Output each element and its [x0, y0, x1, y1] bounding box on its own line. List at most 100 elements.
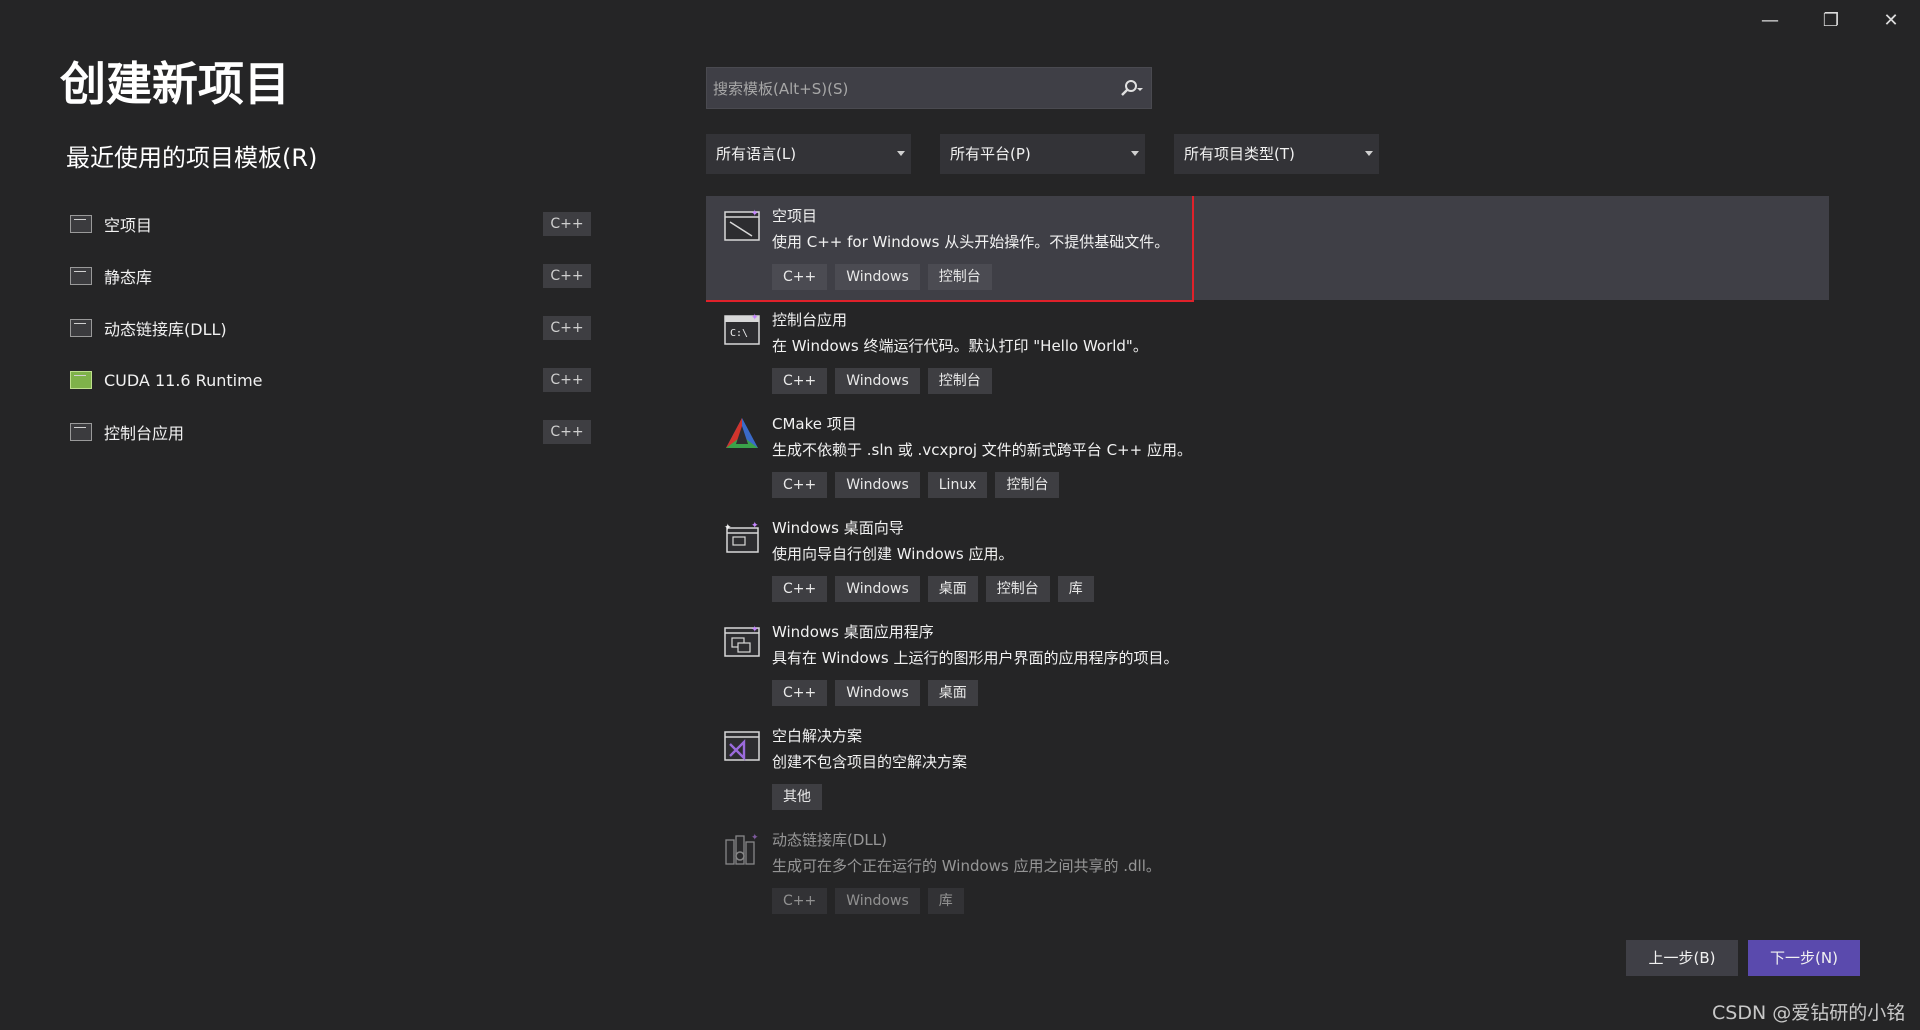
- svg-text:✦: ✦: [751, 625, 759, 635]
- tag: 桌面: [927, 576, 978, 602]
- svg-text:✦: ✦: [751, 521, 759, 531]
- console-app-icon: [70, 423, 92, 441]
- tag: 库: [927, 888, 964, 914]
- template-item-desktop-app[interactable]: ✦ Windows 桌面应用程序 具有在 Windows 上运行的图形用户界面的…: [706, 612, 1829, 716]
- recent-item-label: 控制台应用: [104, 424, 185, 443]
- recent-item-empty-project[interactable]: 空项目 C++: [66, 198, 596, 250]
- template-item-empty-project[interactable]: ✦ 空项目 使用 C++ for Windows 从头开始操作。不提供基础文件。…: [706, 196, 1829, 302]
- svg-text:✦: ✦: [751, 209, 759, 219]
- minimize-button[interactable]: —: [1740, 0, 1800, 40]
- tag: 控制台: [995, 472, 1060, 498]
- empty-project-icon: ✦: [724, 209, 760, 241]
- project-type-filter-dropdown[interactable]: 所有项目类型(T): [1174, 134, 1379, 174]
- restore-button[interactable]: ❐: [1801, 0, 1861, 40]
- template-item-desktop-wizard[interactable]: ✦ ✦ Windows 桌面向导 使用向导自行创建 Windows 应用。 C+…: [706, 508, 1829, 612]
- back-button[interactable]: 上一步(B): [1626, 940, 1738, 976]
- dll-icon: ✦: [725, 833, 759, 865]
- svg-text:✦: ✦: [751, 313, 759, 323]
- tag: 库: [1057, 576, 1094, 602]
- template-item-console-app[interactable]: C:\ ✦ 控制台应用 在 Windows 终端运行代码。默认打印 "Hello…: [706, 300, 1829, 404]
- template-description: 生成不依赖于 .sln 或 .vcxproj 文件的新式跨平台 C++ 应用。: [772, 441, 1192, 459]
- template-name: Windows 桌面应用程序: [772, 623, 934, 641]
- recent-item-console-app[interactable]: 控制台应用 C++: [66, 406, 596, 458]
- tag: 控制台: [927, 264, 992, 290]
- svg-text:✦: ✦: [751, 833, 759, 843]
- language-badge: C++: [543, 212, 591, 236]
- watermark: CSDN @爱钻研的小铭: [1712, 1002, 1906, 1024]
- tag: 其他: [772, 784, 822, 810]
- project-type-filter-value: 所有项目类型(T): [1184, 145, 1295, 163]
- template-tags: C++ Windows Linux 控制台: [772, 472, 1060, 498]
- console-app-icon: C:\ ✦: [724, 313, 760, 345]
- recent-item-label: 动态链接库(DLL): [104, 320, 227, 339]
- tag: C++: [772, 472, 828, 498]
- template-description: 使用 C++ for Windows 从头开始操作。不提供基础文件。: [772, 233, 1170, 251]
- template-search-box: [706, 67, 1152, 109]
- tag: C++: [772, 576, 828, 602]
- recent-item-label: 空项目: [104, 216, 153, 235]
- template-item-cmake-project[interactable]: CMake 项目 生成不依赖于 .sln 或 .vcxproj 文件的新式跨平台…: [706, 404, 1829, 508]
- recent-item-cuda[interactable]: CUDA 11.6 Runtime C++: [66, 354, 596, 406]
- tag: Windows: [835, 368, 920, 394]
- language-filter-value: 所有语言(L): [716, 145, 797, 163]
- tag: Windows: [835, 472, 920, 498]
- template-tags: C++ Windows 桌面: [772, 680, 978, 706]
- language-badge: C++: [543, 264, 591, 288]
- template-list: ✦ 空项目 使用 C++ for Windows 从头开始操作。不提供基础文件。…: [706, 196, 1829, 916]
- platform-filter-dropdown[interactable]: 所有平台(P): [940, 134, 1145, 174]
- next-button[interactable]: 下一步(N): [1748, 940, 1860, 976]
- template-item-dll[interactable]: ✦ 动态链接库(DLL) 生成可在多个正在运行的 Windows 应用之间共享的…: [706, 820, 1829, 916]
- tag: Windows: [835, 264, 920, 290]
- tag: Windows: [835, 576, 920, 602]
- template-name: 动态链接库(DLL): [772, 831, 887, 849]
- template-tags: C++ Windows 控制台: [772, 264, 992, 290]
- template-description: 使用向导自行创建 Windows 应用。: [772, 545, 1014, 563]
- tag: Windows: [835, 680, 920, 706]
- template-description: 在 Windows 终端运行代码。默认打印 "Hello World"。: [772, 337, 1148, 355]
- tag: 桌面: [927, 680, 978, 706]
- template-search-input[interactable]: [711, 74, 1095, 104]
- chevron-down-icon: [1131, 151, 1139, 156]
- template-tags: C++ Windows 控制台: [772, 368, 992, 394]
- tag: C++: [772, 888, 828, 914]
- platform-filter-value: 所有平台(P): [950, 145, 1031, 163]
- recent-templates-heading: 最近使用的项目模板(R): [66, 144, 318, 172]
- cuda-icon: [70, 371, 92, 389]
- desktop-app-icon: ✦: [724, 625, 760, 657]
- template-name: 控制台应用: [772, 311, 848, 329]
- close-button[interactable]: ✕: [1861, 0, 1920, 40]
- dll-icon: [70, 319, 92, 337]
- template-tags: C++ Windows 桌面 控制台 库: [772, 576, 1094, 602]
- chevron-down-icon: [897, 151, 905, 156]
- recent-templates-list: 空项目 C++ 静态库 C++ 动态链接库(DLL) C++ CUDA 11.6…: [66, 198, 596, 458]
- cmake-icon: [726, 418, 758, 448]
- svg-text:✦: ✦: [724, 523, 732, 533]
- tag: C++: [772, 680, 828, 706]
- recent-item-static-library[interactable]: 静态库 C++: [66, 250, 596, 302]
- language-badge: C++: [543, 316, 591, 340]
- recent-item-dll[interactable]: 动态链接库(DLL) C++: [66, 302, 596, 354]
- language-filter-dropdown[interactable]: 所有语言(L): [706, 134, 911, 174]
- chevron-down-icon: [1365, 151, 1373, 156]
- template-description: 创建不包含项目的空解决方案: [772, 753, 968, 771]
- template-item-blank-solution[interactable]: 空白解决方案 创建不包含项目的空解决方案 其他: [706, 716, 1829, 820]
- recent-item-label: 静态库: [104, 268, 153, 287]
- template-name: 空白解决方案: [772, 727, 863, 745]
- tag: C++: [772, 368, 828, 394]
- empty-project-icon: [70, 215, 92, 233]
- language-badge: C++: [543, 368, 591, 392]
- tag: C++: [772, 264, 828, 290]
- tag: Windows: [835, 888, 920, 914]
- template-name: CMake 项目: [772, 415, 857, 433]
- recent-item-label: CUDA 11.6 Runtime: [104, 370, 263, 390]
- language-badge: C++: [543, 420, 591, 444]
- svg-text:C:\: C:\: [730, 328, 748, 339]
- tag: 控制台: [985, 576, 1050, 602]
- template-description: 具有在 Windows 上运行的图形用户界面的应用程序的项目。: [772, 649, 1179, 667]
- desktop-wizard-icon: ✦ ✦: [724, 521, 759, 553]
- search-icon[interactable]: [1117, 76, 1143, 102]
- static-library-icon: [70, 267, 92, 285]
- page-title: 创建新项目: [60, 57, 290, 111]
- template-name: 空项目: [772, 207, 818, 225]
- tag: Linux: [927, 472, 988, 498]
